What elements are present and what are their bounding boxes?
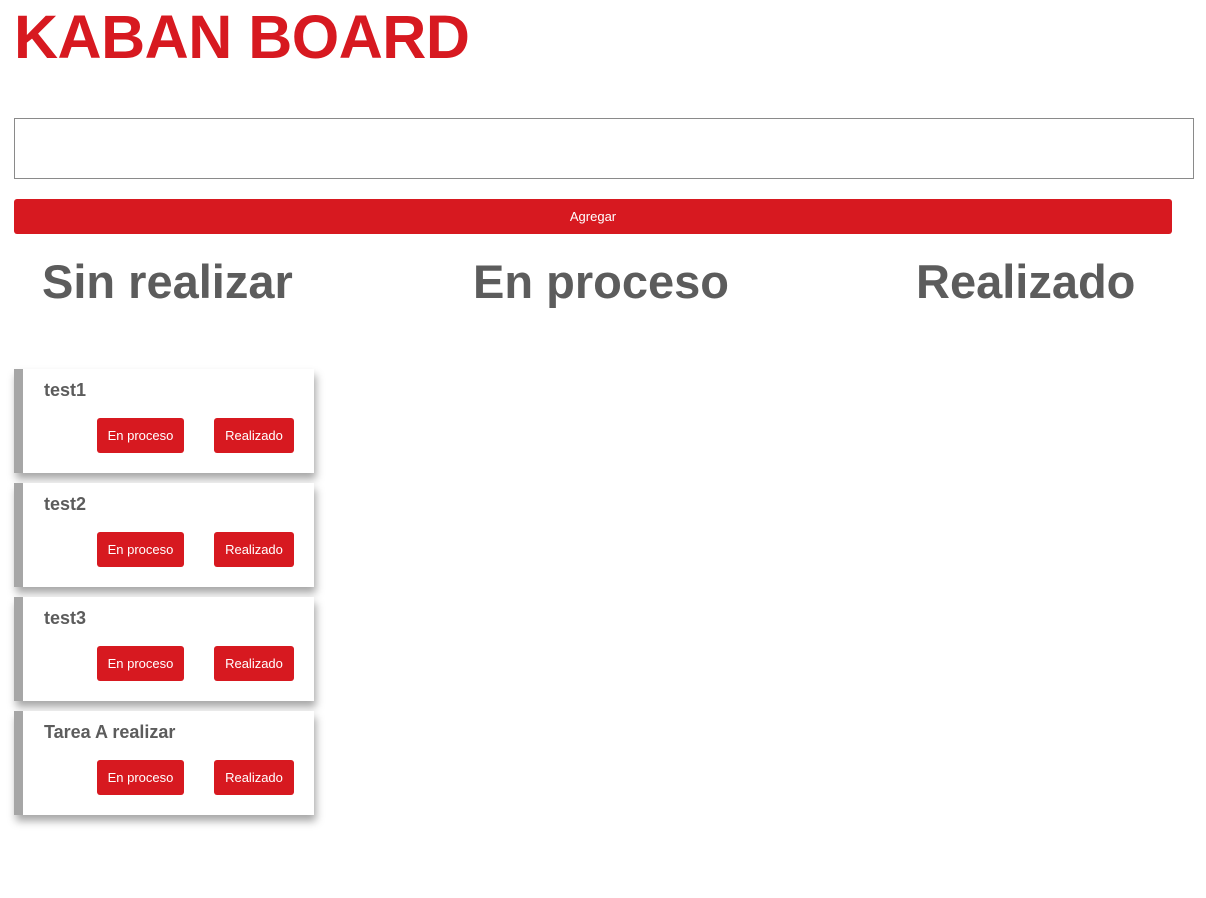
move-to-done-button[interactable]: Realizado: [214, 646, 294, 681]
move-to-in-progress-button[interactable]: En proceso: [97, 760, 184, 795]
app-title: KABAN BOARD: [14, 3, 470, 71]
task-input[interactable]: [14, 118, 1194, 179]
task-title: test1: [44, 380, 87, 400]
move-to-in-progress-button[interactable]: En proceso: [97, 646, 184, 681]
add-task-button[interactable]: Agregar: [14, 199, 1172, 234]
todo-task-list: test1 En proceso Realizado test2 En proc…: [14, 369, 314, 825]
task-title: test2: [44, 494, 87, 514]
task-card: test1 En proceso Realizado: [14, 369, 314, 473]
column-heading-en-proceso: En proceso: [473, 255, 729, 308]
move-to-done-button[interactable]: Realizado: [214, 418, 294, 453]
kanban-page: KABAN BOARD Agregar Sin realizar En proc…: [0, 0, 1206, 898]
task-card: test3 En proceso Realizado: [14, 597, 314, 701]
move-to-in-progress-button[interactable]: En proceso: [97, 532, 184, 567]
task-card: Tarea A realizar En proceso Realizado: [14, 711, 314, 815]
move-to-done-button[interactable]: Realizado: [214, 532, 294, 567]
move-to-done-button[interactable]: Realizado: [214, 760, 294, 795]
column-heading-sin-realizar: Sin realizar: [42, 255, 293, 308]
column-heading-realizado: Realizado: [916, 255, 1136, 308]
task-title: test3: [44, 608, 87, 628]
task-card: test2 En proceso Realizado: [14, 483, 314, 587]
task-title: Tarea A realizar: [44, 722, 176, 742]
move-to-in-progress-button[interactable]: En proceso: [97, 418, 184, 453]
